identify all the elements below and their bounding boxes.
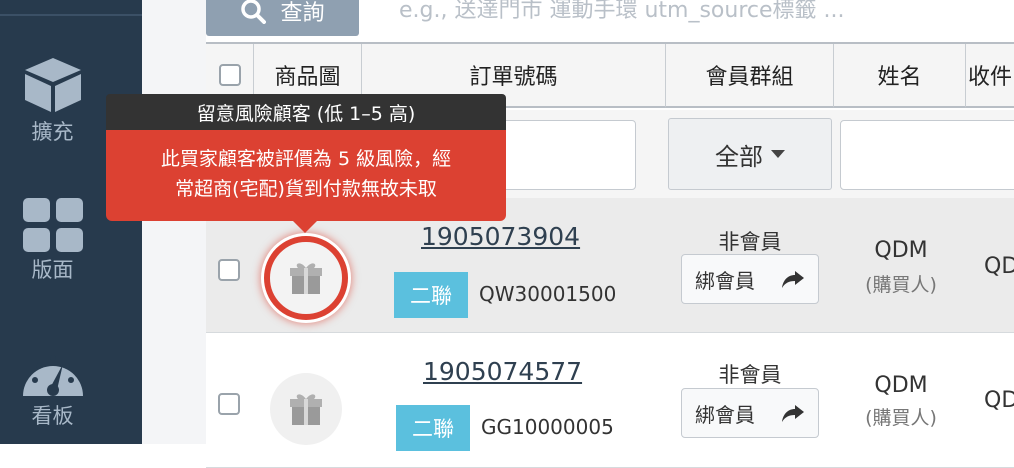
dashboard-icon (22, 355, 83, 396)
risk-tooltip-body: 此買家顧客被評價為 5 級風險，經 常超商(宅配)貨到付款無故未取 (106, 130, 506, 221)
risk-tooltip-line: 此買家顧客被評價為 5 級風險，經 (160, 148, 452, 170)
name-filter[interactable] (840, 120, 1014, 190)
sub-order-number: QW30001500 (479, 282, 617, 306)
query-label: 查詢 (280, 1, 325, 26)
sub-order-number: GG10000005 (481, 415, 614, 439)
gift-box-icon (290, 394, 322, 425)
table-row[interactable]: 1905074577 二聯 GG10000005 非會員 綁會員 QDM (購買… (206, 333, 1014, 468)
sidebar-item-layout[interactable]: 版面 (0, 196, 105, 284)
customer-role: (購買人) (865, 407, 937, 429)
main-panel: 查詢 e.g., 送達門市 運動手環 utm_source標籤 ... 商品圖 … (206, 0, 1014, 468)
filter-all-label: 全部 (715, 142, 763, 171)
sidebar-item-extensions[interactable]: 擴充 (0, 54, 105, 146)
content-gutter (142, 0, 206, 444)
search-bar: 查詢 e.g., 送達門市 運動手環 utm_source標籤 ... (206, 0, 1014, 36)
query-button[interactable]: 查詢 (206, 0, 359, 36)
row-checkbox[interactable] (218, 393, 240, 415)
sidebar-item-label: 看板 (31, 404, 74, 428)
bind-member-label: 綁會員 (695, 268, 755, 293)
bind-member-button[interactable]: 綁會員 (681, 388, 819, 438)
invoice-type-badge: 二聯 (394, 272, 468, 318)
header-member-group[interactable]: 會員群組 (666, 44, 834, 108)
share-arrow-icon (782, 271, 804, 288)
header-name[interactable]: 姓名 (834, 44, 966, 108)
grid-icon (22, 198, 83, 252)
caret-down-icon (771, 150, 785, 158)
member-group-filter[interactable]: 全部 (668, 118, 832, 190)
sidebar-item-dashboard[interactable]: 看板 (0, 344, 105, 430)
recipient-name: QD (984, 388, 1014, 413)
member-status: 非會員 (718, 230, 782, 254)
header-recipient[interactable]: 收件 (966, 44, 1014, 108)
sidebar-item-label: 版面 (31, 258, 74, 282)
select-all-checkbox[interactable] (218, 64, 241, 86)
row-checkbox[interactable] (218, 259, 240, 281)
search-input[interactable]: e.g., 送達門市 運動手環 utm_source標籤 ... (399, 0, 845, 24)
bind-member-button[interactable]: 綁會員 (681, 254, 819, 304)
customer-name: QDM (874, 373, 928, 398)
product-thumbnail[interactable] (264, 236, 348, 320)
bind-member-label: 綁會員 (695, 402, 755, 427)
sidebar: 擴充 版面 看板 (0, 0, 142, 444)
member-status: 非會員 (718, 363, 782, 387)
sidebar-divider (0, 14, 142, 16)
recipient-name: QD (984, 254, 1014, 279)
risk-tooltip-title: 留意風險顧客 (低 1–5 高) (106, 94, 506, 130)
risk-tooltip-line: 常超商(宅配)貨到付款無故未取 (175, 178, 437, 200)
risk-tooltip: 留意風險顧客 (低 1–5 高) 此買家顧客被評價為 5 級風險，經 常超商(宅… (106, 94, 506, 233)
order-number-link[interactable]: 1905073904 (421, 222, 580, 251)
search-icon (241, 0, 267, 24)
customer-name: QDM (874, 238, 928, 263)
product-thumbnail[interactable] (270, 373, 342, 445)
customer-role: (購買人) (865, 274, 937, 296)
share-arrow-icon (782, 405, 804, 422)
tooltip-arrow (291, 219, 319, 233)
cube-icon (24, 58, 81, 112)
sidebar-item-label: 擴充 (31, 120, 74, 144)
order-number-link[interactable]: 1905074577 (423, 357, 582, 386)
gift-box-icon (290, 263, 322, 294)
invoice-type-badge: 二聯 (396, 405, 470, 451)
